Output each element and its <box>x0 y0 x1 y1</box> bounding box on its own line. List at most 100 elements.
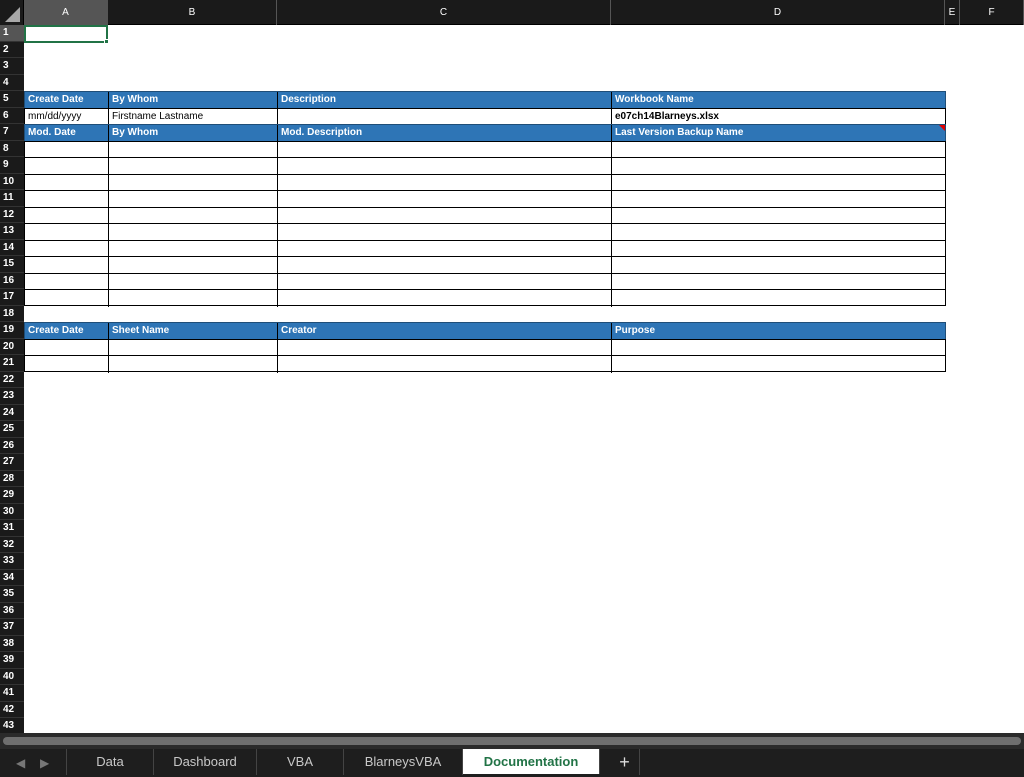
cell-b10[interactable] <box>108 174 277 191</box>
cell-b14[interactable] <box>108 240 277 257</box>
column-header-f[interactable]: F <box>960 0 1024 25</box>
cell-a13[interactable] <box>25 224 108 241</box>
cell-b16[interactable] <box>108 273 277 290</box>
row-header-8[interactable]: 8 <box>0 141 24 157</box>
tab-blarneysvba[interactable]: BlarneysVBA <box>344 749 463 775</box>
cell-c10[interactable] <box>277 174 611 191</box>
row-header-28[interactable]: 28 <box>0 471 24 487</box>
row-header-33[interactable]: 33 <box>0 553 24 570</box>
cell-a11[interactable] <box>25 191 108 208</box>
cell-a12[interactable] <box>25 208 108 225</box>
cell-d11[interactable] <box>611 191 945 208</box>
cell-a6[interactable]: mm/dd/yyyy <box>25 109 108 126</box>
horizontal-scrollbar[interactable] <box>0 733 1024 749</box>
cell-a16[interactable] <box>25 274 108 291</box>
select-all-button[interactable] <box>0 0 24 25</box>
row-header-36[interactable]: 36 <box>0 603 24 619</box>
cell-c5[interactable]: Description <box>277 92 611 109</box>
row-header-37[interactable]: 37 <box>0 619 24 636</box>
cell-c20[interactable] <box>277 339 611 356</box>
row-header-22[interactable]: 22 <box>0 372 24 388</box>
cell-b8[interactable] <box>108 141 277 158</box>
column-header-b[interactable]: B <box>108 0 277 25</box>
row-header-15[interactable]: 15 <box>0 256 24 273</box>
cell-a5[interactable]: Create Date <box>25 92 108 109</box>
cell-c21[interactable] <box>277 356 611 373</box>
active-cell-selection[interactable] <box>24 25 108 43</box>
tab-documentation[interactable]: Documentation <box>463 749 600 774</box>
tab-vba[interactable]: VBA <box>257 749 344 775</box>
cell-b6[interactable]: Firstname Lastname <box>108 108 277 125</box>
cell-d5[interactable]: Workbook Name <box>611 92 945 109</box>
chevron-left-icon[interactable]: ◀ <box>16 756 25 770</box>
row-header-19[interactable]: 19 <box>0 322 24 339</box>
column-header-e[interactable]: E <box>945 0 960 25</box>
horizontal-scrollbar-thumb[interactable] <box>3 737 1021 745</box>
cell-a20[interactable] <box>25 340 108 357</box>
row-header-2[interactable]: 2 <box>0 42 24 58</box>
cell-c11[interactable] <box>277 191 611 208</box>
cell-a7[interactable]: Mod. Date <box>25 125 108 142</box>
row-header-32[interactable]: 32 <box>0 537 24 553</box>
cell-a14[interactable] <box>25 241 108 258</box>
cell-d6[interactable]: e07ch14Blarneys.xlsx <box>611 108 945 125</box>
row-header-18[interactable]: 18 <box>0 306 24 322</box>
row-header-35[interactable]: 35 <box>0 586 24 603</box>
cell-a8[interactable] <box>25 142 108 159</box>
row-header-11[interactable]: 11 <box>0 190 24 207</box>
cell-c19[interactable]: Creator <box>277 323 611 340</box>
row-header-3[interactable]: 3 <box>0 58 24 75</box>
column-header-c[interactable]: C <box>277 0 611 25</box>
row-header-12[interactable]: 12 <box>0 207 24 223</box>
cell-b15[interactable] <box>108 257 277 274</box>
cell-a21[interactable] <box>25 356 108 373</box>
cell-d12[interactable] <box>611 207 945 224</box>
row-header-7[interactable]: 7 <box>0 124 24 141</box>
cell-b9[interactable] <box>108 158 277 175</box>
tab-data[interactable]: Data <box>66 749 154 775</box>
cell-d7[interactable]: Last Version Backup Name <box>611 125 945 142</box>
column-header-d[interactable]: D <box>611 0 945 25</box>
cell-b17[interactable] <box>108 290 277 307</box>
row-header-27[interactable]: 27 <box>0 454 24 471</box>
row-header-25[interactable]: 25 <box>0 421 24 438</box>
row-header-23[interactable]: 23 <box>0 388 24 405</box>
cell-a17[interactable] <box>25 290 108 307</box>
row-header-17[interactable]: 17 <box>0 289 24 306</box>
cell-b12[interactable] <box>108 207 277 224</box>
cell-c15[interactable] <box>277 257 611 274</box>
cell-b19[interactable]: Sheet Name <box>108 323 277 340</box>
cell-c12[interactable] <box>277 207 611 224</box>
cell-d17[interactable] <box>611 290 945 307</box>
cell-c14[interactable] <box>277 240 611 257</box>
row-header-40[interactable]: 40 <box>0 669 24 685</box>
cell-b5[interactable]: By Whom <box>108 92 277 109</box>
row-header-14[interactable]: 14 <box>0 240 24 256</box>
row-header-13[interactable]: 13 <box>0 223 24 240</box>
row-header-6[interactable]: 6 <box>0 108 24 124</box>
cell-c8[interactable] <box>277 141 611 158</box>
chevron-right-icon[interactable]: ▶ <box>40 756 49 770</box>
row-header-21[interactable]: 21 <box>0 355 24 372</box>
row-header-29[interactable]: 29 <box>0 487 24 504</box>
cell-d21[interactable] <box>611 356 945 373</box>
cell-d20[interactable] <box>611 339 945 356</box>
cell-a15[interactable] <box>25 257 108 274</box>
cell-a10[interactable] <box>25 175 108 192</box>
row-header-41[interactable]: 41 <box>0 685 24 702</box>
column-header-a[interactable]: A <box>24 0 108 25</box>
row-header-42[interactable]: 42 <box>0 702 24 718</box>
comment-indicator-icon[interactable] <box>939 125 945 132</box>
row-header-4[interactable]: 4 <box>0 75 24 91</box>
row-header-10[interactable]: 10 <box>0 174 24 190</box>
worksheet-grid[interactable]: Create Date By Whom Description Workbook… <box>24 25 1024 737</box>
cell-c6[interactable] <box>277 108 611 125</box>
cell-d13[interactable] <box>611 224 945 241</box>
cell-b13[interactable] <box>108 224 277 241</box>
cell-d10[interactable] <box>611 174 945 191</box>
row-header-24[interactable]: 24 <box>0 405 24 421</box>
row-header-38[interactable]: 38 <box>0 636 24 652</box>
cell-b21[interactable] <box>108 356 277 373</box>
row-header-16[interactable]: 16 <box>0 273 24 289</box>
cell-c7[interactable]: Mod. Description <box>277 125 611 142</box>
